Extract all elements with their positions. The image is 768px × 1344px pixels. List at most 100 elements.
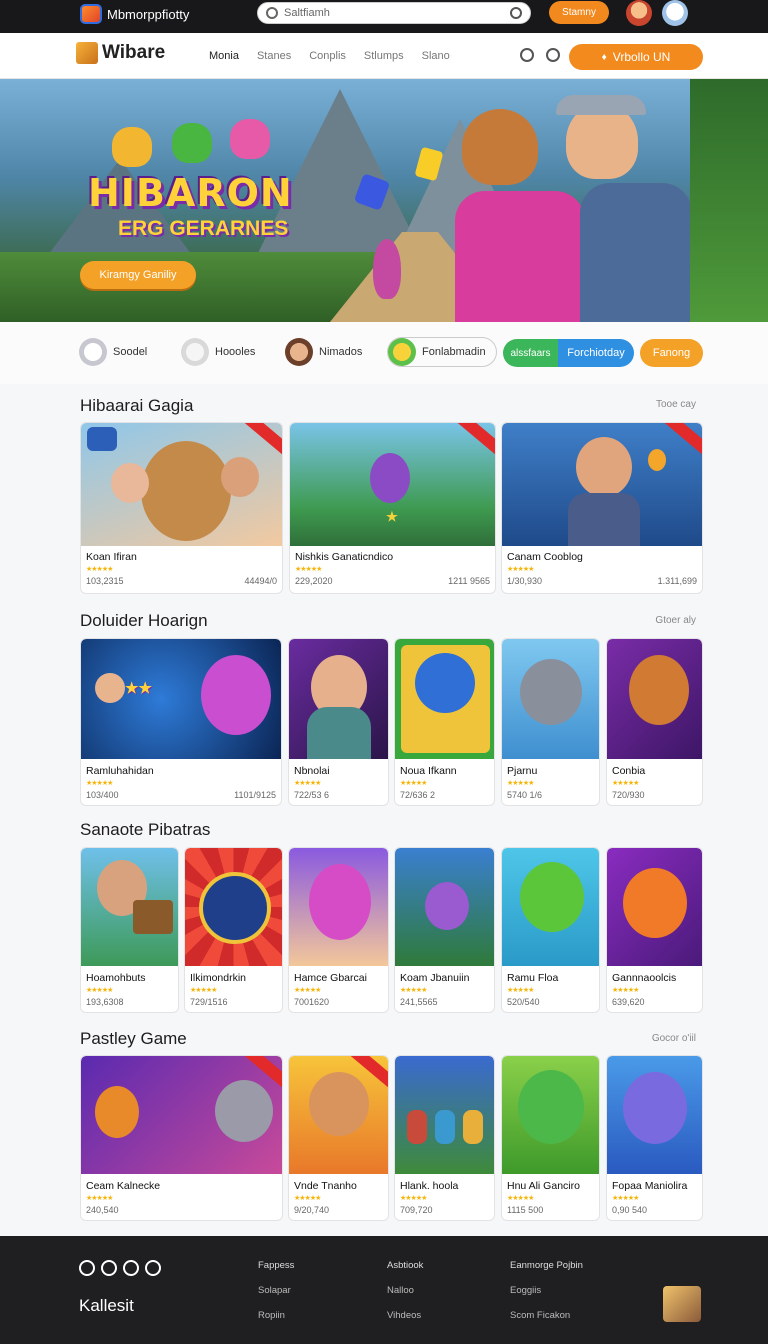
game-card[interactable]: Koan Ifiran ★★★★★ 103,2315 44494/0 bbox=[80, 422, 283, 594]
game-meta: 520/540 bbox=[507, 997, 594, 1007]
game-likes: 1211 9565 bbox=[448, 576, 490, 586]
site-footer: Kallesit Fappess Solapar Ropiin Asbtiook… bbox=[0, 1236, 768, 1344]
game-card[interactable]: Hlank. hoola ★★★★★ 709,720 bbox=[394, 1055, 495, 1221]
game-card[interactable]: Pjarnu ★★★★★ 5740 1/6 bbox=[501, 638, 600, 806]
see-all-link[interactable]: Tooe cay bbox=[640, 399, 696, 410]
game-plays: 709,720 bbox=[400, 1205, 433, 1215]
category-pill[interactable]: Fanong bbox=[640, 339, 703, 367]
footer-link[interactable]: Ropiin bbox=[258, 1310, 294, 1321]
game-card[interactable]: Noua Ifkann ★★★★★ 72/636 2 bbox=[394, 638, 495, 806]
game-thumbnail bbox=[81, 848, 178, 966]
game-card[interactable]: Ceam Kalnecke ★★★★★ 240,540 bbox=[80, 1055, 283, 1221]
footer-avatar[interactable] bbox=[663, 1286, 701, 1322]
creature-character-icon bbox=[370, 453, 410, 503]
game-card[interactable]: Ramu Floa ★★★★★ 520/540 bbox=[501, 847, 600, 1013]
game-thumbnail bbox=[289, 639, 388, 759]
hero-play-button[interactable]: Kiramgy Ganiliy bbox=[80, 261, 196, 289]
game-card[interactable]: Conbia ★★★★★ 720/930 bbox=[606, 638, 703, 806]
game-card[interactable]: Gannnaoolcis ★★★★★ 639,620 bbox=[606, 847, 703, 1013]
nav-link[interactable]: Slano bbox=[422, 50, 450, 62]
game-card[interactable]: ★ Nishkis Ganaticndico ★★★★★ 229,2020 121… bbox=[289, 422, 496, 594]
new-ribbon bbox=[452, 423, 495, 457]
game-card[interactable]: Ilkimondrkin ★★★★★ 729/1516 bbox=[184, 847, 283, 1013]
social-circle-icon[interactable] bbox=[145, 1260, 161, 1276]
lion-character-icon bbox=[141, 441, 231, 541]
wolf-character-icon bbox=[201, 655, 271, 735]
game-thumbnail bbox=[607, 639, 702, 759]
footer-brand: Kallesit bbox=[79, 1296, 134, 1315]
kid-character-icon bbox=[309, 1072, 369, 1136]
social-circle-icon[interactable] bbox=[101, 1260, 117, 1276]
rating-stars-icon: ★★★★★ bbox=[86, 987, 113, 994]
top-bar: Mbmorppfiotty Saltfiamh Stamny bbox=[0, 0, 768, 33]
footer-link[interactable]: Solapar bbox=[258, 1285, 294, 1296]
game-card[interactable]: Koam Jbanuiin ★★★★★ 241,5565 bbox=[394, 847, 495, 1013]
footer-link[interactable]: Vihdeos bbox=[387, 1310, 423, 1321]
social-circle-icon[interactable] bbox=[79, 1260, 95, 1276]
rating-stars-icon: ★★★★★ bbox=[86, 780, 113, 787]
social-circle-icon[interactable] bbox=[123, 1260, 139, 1276]
rating-stars-icon: ★★★★★ bbox=[507, 1195, 534, 1202]
game-card[interactable]: Hamce Gbarcai ★★★★★ 7001620 bbox=[288, 847, 389, 1013]
cat-mascot-icon bbox=[388, 338, 416, 366]
flame-icon bbox=[648, 449, 666, 471]
game-title: Vnde Tnanho bbox=[294, 1180, 357, 1192]
category-chip-label: Nimados bbox=[319, 346, 363, 358]
game-card[interactable]: Canam Cooblog ★★★★★ 1/30,930 1.311,699 bbox=[501, 422, 703, 594]
kid-character-icon bbox=[435, 1110, 455, 1144]
game-card[interactable]: Vnde Tnanho ★★★★★ 9/20,740 bbox=[288, 1055, 389, 1221]
search-icon[interactable] bbox=[520, 48, 534, 62]
mascot-avatar-icon[interactable] bbox=[626, 0, 652, 26]
pill-green-label: alssfaars bbox=[510, 347, 551, 359]
category-chip[interactable]: Soodel bbox=[79, 338, 147, 366]
bear-character-icon bbox=[112, 127, 152, 167]
mascot-avatar-icon[interactable] bbox=[662, 0, 688, 26]
nav-link[interactable]: Conplis bbox=[309, 50, 346, 62]
footer-link[interactable]: Eoggiis bbox=[510, 1285, 583, 1296]
nav-link[interactable]: Monia bbox=[209, 50, 239, 62]
game-thumbnail: ★★ bbox=[81, 639, 281, 759]
category-chip[interactable]: Fonlabmadin bbox=[387, 337, 497, 367]
game-card[interactable]: Hnu Ali Ganciro ★★★★★ 1115 500 bbox=[501, 1055, 600, 1221]
rating-stars-icon: ★★★★★ bbox=[294, 1195, 321, 1202]
hero-banner[interactable]: HIBARON ERG GERARNES Kiramgy Ganiliy bbox=[0, 79, 768, 322]
game-meta: 7001620 bbox=[294, 997, 383, 1007]
rating-stars-icon: ★★★★★ bbox=[400, 780, 427, 787]
game-title: Fopaa Maniolira bbox=[612, 1180, 688, 1192]
nav-link[interactable]: Stlumps bbox=[364, 50, 404, 62]
section-title: Sanaote Pibatras bbox=[80, 820, 211, 839]
game-title: Nbnolai bbox=[294, 765, 330, 777]
hero-subtitle: ERG GERARNES bbox=[118, 217, 289, 240]
search-submit-icon[interactable] bbox=[510, 7, 522, 19]
explorer-hat-icon bbox=[556, 95, 646, 115]
nav-link[interactable]: Stanes bbox=[257, 50, 291, 62]
game-title: Ramu Floa bbox=[507, 972, 559, 984]
rating-stars-icon: ★★★★★ bbox=[612, 987, 639, 994]
see-all-link[interactable]: Gocor o'iil bbox=[640, 1033, 696, 1044]
game-card[interactable]: ★★ Ramluhahidan ★★★★★ 103/400 1101/9125 bbox=[80, 638, 282, 806]
nav-cta-button[interactable]: ♦ Vrbollo UN bbox=[569, 44, 703, 70]
game-plays: 720/930 bbox=[612, 790, 645, 800]
search-button[interactable]: Stamny bbox=[549, 1, 609, 24]
top-brand[interactable]: Mbmorppfiotty bbox=[80, 4, 189, 24]
explorer-character-body-icon bbox=[580, 183, 692, 322]
person-avatar-icon bbox=[285, 338, 313, 366]
game-card[interactable]: Nbnolai ★★★★★ 722/53 6 bbox=[288, 638, 389, 806]
explorer-character-icon bbox=[576, 437, 632, 497]
rating-stars-icon: ★★★★★ bbox=[612, 1195, 639, 1202]
site-logo[interactable]: Wibare bbox=[76, 42, 165, 64]
footer-link[interactable]: Nalloo bbox=[387, 1285, 423, 1296]
game-title: Conbia bbox=[612, 765, 646, 777]
category-chip[interactable]: Nimados bbox=[285, 338, 362, 366]
notification-icon[interactable] bbox=[546, 48, 560, 62]
game-card[interactable]: Hoamohbuts ★★★★★ 193,6308 bbox=[80, 847, 179, 1013]
game-thumbnail bbox=[81, 423, 282, 546]
game-card[interactable]: Fopaa Maniolira ★★★★★ 0,90 540 bbox=[606, 1055, 703, 1221]
category-chip[interactable]: Hoooles bbox=[181, 338, 255, 366]
see-all-link[interactable]: Gtoer aly bbox=[640, 615, 696, 626]
search-input[interactable]: Saltfiamh bbox=[257, 2, 531, 24]
category-pill-toggle[interactable]: alssfaars Forchiotday bbox=[503, 339, 634, 367]
game-plays: 241,5565 bbox=[400, 997, 438, 1007]
hero-character-head-icon bbox=[462, 109, 538, 185]
footer-link[interactable]: Scom Ficakon bbox=[510, 1310, 583, 1321]
